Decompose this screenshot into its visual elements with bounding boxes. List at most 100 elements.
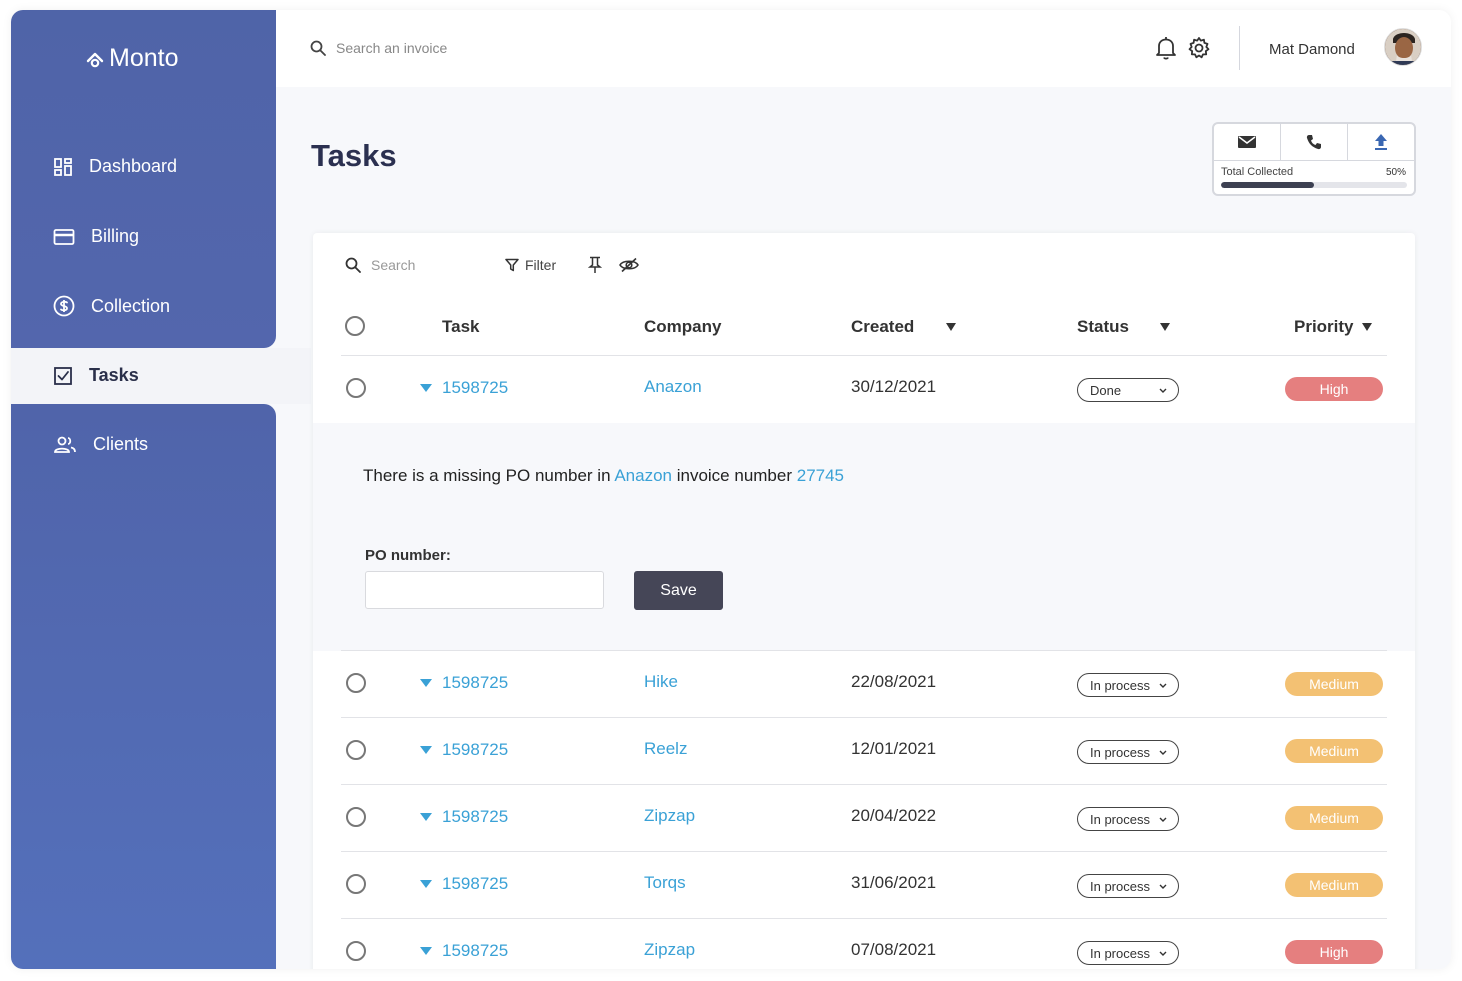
search-icon xyxy=(345,257,361,273)
row-select-radio[interactable] xyxy=(346,673,366,693)
sidebar-item-label: Tasks xyxy=(89,365,139,385)
status-select[interactable]: Done xyxy=(1077,378,1179,402)
company-link[interactable]: Anazon xyxy=(644,377,702,397)
email-button[interactable] xyxy=(1214,124,1281,160)
row-select-radio[interactable] xyxy=(346,874,366,894)
table-search-input[interactable]: Search xyxy=(371,257,415,273)
status-select[interactable]: In process xyxy=(1077,941,1179,965)
created-date: 22/08/2021 xyxy=(851,672,937,691)
created-date: 31/06/2021 xyxy=(851,873,937,892)
task-id-link[interactable]: 1598725 xyxy=(420,673,508,693)
invoice-search-input[interactable]: Search an invoice xyxy=(336,40,447,56)
priority-badge: Medium xyxy=(1285,739,1383,763)
company-link[interactable]: Hike xyxy=(644,672,678,692)
table-row[interactable]: 1598725 Reelz 12/01/2021 In process Medi… xyxy=(313,718,1415,784)
col-header-created[interactable]: Created xyxy=(851,317,957,337)
phone-icon xyxy=(1306,135,1321,150)
expand-caret-icon[interactable] xyxy=(420,880,432,888)
sidebar-item-label: Dashboard xyxy=(89,156,178,176)
chevron-down-icon xyxy=(1159,951,1167,956)
sidebar-item-collection[interactable]: Collection xyxy=(53,295,170,317)
sidebar-item-label: Clients xyxy=(93,434,149,454)
bell-icon[interactable] xyxy=(1155,36,1177,60)
created-date: 30/12/2021 xyxy=(851,377,937,396)
task-id-link[interactable]: 1598725 xyxy=(420,941,508,961)
row-select-radio[interactable] xyxy=(346,807,366,827)
select-all-radio[interactable] xyxy=(345,316,365,336)
sidebar-item-tasks[interactable]: Tasks xyxy=(53,365,139,386)
collection-widget: Total Collected 50% xyxy=(1212,122,1416,196)
gear-icon[interactable] xyxy=(1187,36,1211,60)
hide-icon[interactable] xyxy=(619,257,639,273)
status-select[interactable]: In process xyxy=(1077,673,1179,697)
task-id-link[interactable]: 1598725 xyxy=(420,378,508,398)
table-toolbar: Search Filter xyxy=(345,256,745,277)
filter-label: Filter xyxy=(525,257,557,273)
expand-caret-icon[interactable] xyxy=(420,947,432,955)
total-collected-percent: 50% xyxy=(1385,167,1406,178)
company-link[interactable]: Torqs xyxy=(644,873,686,893)
status-select[interactable]: In process xyxy=(1077,874,1179,898)
table-row[interactable]: 1598725 Zipzap 20/04/2022 In process Med… xyxy=(313,785,1415,851)
task-id-link[interactable]: 1598725 xyxy=(420,874,508,894)
company-link[interactable]: Zipzap xyxy=(644,940,695,960)
upload-button[interactable] xyxy=(1348,124,1414,160)
sidebar-item-dashboard[interactable]: Dashboard xyxy=(53,156,177,177)
chevron-down-icon xyxy=(1159,817,1167,822)
message-invoice-link[interactable]: 27745 xyxy=(797,466,844,485)
row-select-radio[interactable] xyxy=(346,740,366,760)
message-company-link[interactable]: Anazon xyxy=(614,466,672,485)
upload-icon xyxy=(1375,134,1387,150)
dollar-icon xyxy=(53,295,75,317)
po-number-field[interactable] xyxy=(365,571,604,609)
created-date: 12/01/2021 xyxy=(851,739,937,758)
total-collected-progress xyxy=(1221,182,1407,188)
task-detail-panel: There is a missing PO number in Anazon i… xyxy=(313,423,1415,651)
sidebar: Monto Dashboard Billing Collection Tasks… xyxy=(11,10,311,969)
invoice-search[interactable]: Search an invoice xyxy=(310,40,447,56)
save-button[interactable]: Save xyxy=(634,571,723,610)
expand-caret-icon[interactable] xyxy=(420,384,432,392)
table-search[interactable]: Search xyxy=(345,257,415,273)
priority-badge: Medium xyxy=(1285,672,1383,696)
table-row[interactable]: 1598725 Hike 22/08/2021 In process Mediu… xyxy=(313,651,1415,717)
table-row[interactable]: 1598725 Anazon 30/12/2021 Done High xyxy=(313,356,1415,422)
user-name[interactable]: Mat Damond xyxy=(1269,41,1355,58)
avatar[interactable] xyxy=(1384,28,1422,66)
pin-icon[interactable] xyxy=(588,256,602,274)
brand-logo[interactable]: Monto xyxy=(85,44,178,73)
col-header-company[interactable]: Company xyxy=(644,317,721,337)
call-button[interactable] xyxy=(1281,124,1348,160)
chevron-down-icon xyxy=(1159,884,1167,889)
avatar-image xyxy=(1385,29,1421,65)
row-select-radio[interactable] xyxy=(346,378,366,398)
col-header-task[interactable]: Task xyxy=(442,317,480,337)
row-select-radio[interactable] xyxy=(346,941,366,961)
priority-badge: High xyxy=(1285,377,1383,401)
priority-badge: High xyxy=(1285,940,1383,964)
col-header-status[interactable]: Status xyxy=(1077,317,1170,337)
sidebar-item-clients[interactable]: Clients xyxy=(53,434,148,455)
table-row[interactable]: 1598725 Torqs 31/06/2021 In process Medi… xyxy=(313,852,1415,918)
col-header-priority[interactable]: Priority xyxy=(1294,317,1372,337)
filter-button[interactable]: Filter xyxy=(505,257,556,273)
sort-caret-icon xyxy=(1159,323,1170,331)
app-window: Monto Dashboard Billing Collection Tasks… xyxy=(11,10,1451,969)
task-id-link[interactable]: 1598725 xyxy=(420,807,508,827)
task-id-link[interactable]: 1598725 xyxy=(420,740,508,760)
sidebar-item-billing[interactable]: Billing xyxy=(53,226,139,247)
sort-caret-icon xyxy=(946,323,957,331)
expand-caret-icon[interactable] xyxy=(420,813,432,821)
status-select[interactable]: In process xyxy=(1077,740,1179,764)
table-row[interactable]: 1598725 Zipzap 07/08/2021 In process Hig… xyxy=(313,919,1415,969)
status-select[interactable]: In process xyxy=(1077,807,1179,831)
top-header: Search an invoice Mat Damond xyxy=(276,10,1451,87)
sidebar-item-label: Billing xyxy=(91,226,140,246)
expand-caret-icon[interactable] xyxy=(420,746,432,754)
brand-name: Monto xyxy=(109,44,179,72)
priority-badge: Medium xyxy=(1285,806,1383,830)
total-collected-label: Total Collected xyxy=(1221,166,1294,178)
company-link[interactable]: Zipzap xyxy=(644,806,695,826)
expand-caret-icon[interactable] xyxy=(420,679,432,687)
company-link[interactable]: Reelz xyxy=(644,739,687,759)
